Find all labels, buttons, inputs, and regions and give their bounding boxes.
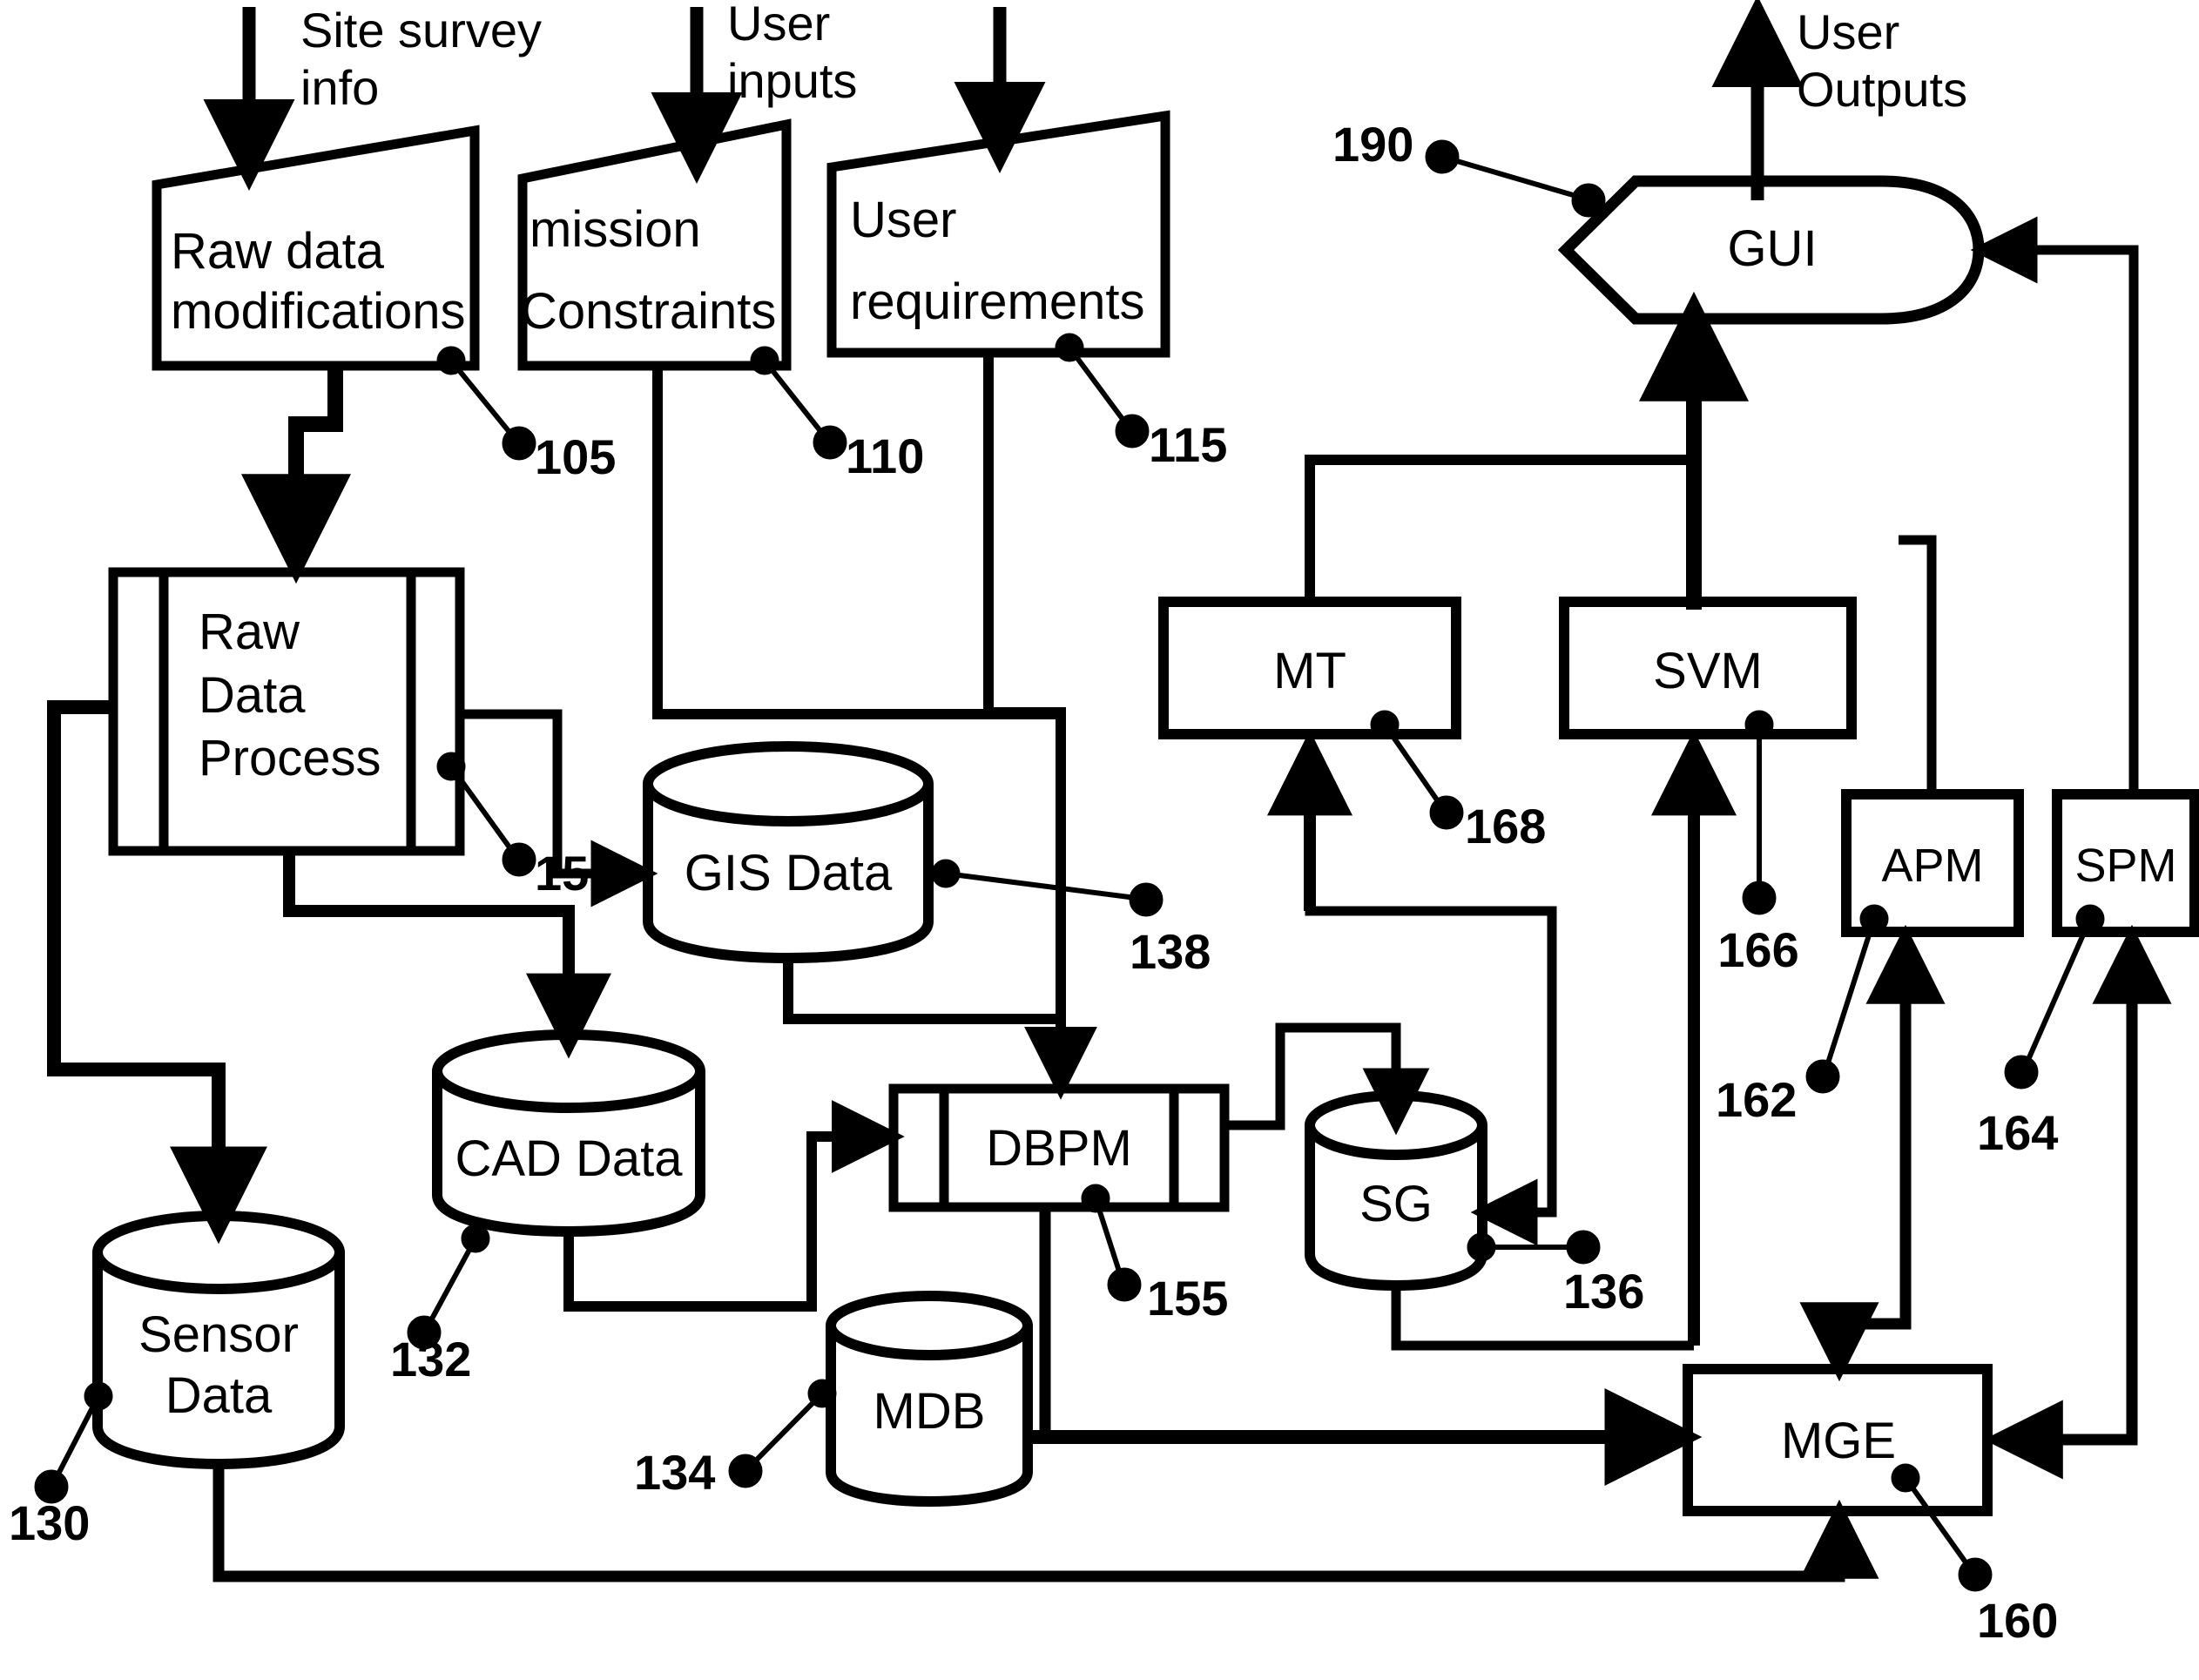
txt-mdb: MDB	[874, 1383, 986, 1440]
txt-cad: CAD Data	[455, 1130, 683, 1187]
txt-mc-1: mission	[530, 201, 701, 258]
txt-ur-2: requirements	[850, 273, 1144, 330]
txt-mt: MT	[1273, 643, 1346, 699]
num-162: 162	[1716, 1072, 1797, 1127]
num-132: 132	[390, 1332, 471, 1387]
txt-user-inputs-2: inputs	[727, 53, 857, 108]
num-160: 160	[1977, 1593, 2058, 1648]
num-105: 105	[535, 429, 616, 484]
num-110: 110	[846, 428, 924, 483]
num-150: 150	[535, 846, 616, 901]
txt-site-survey-1: Site survey	[300, 3, 542, 57]
num-115: 115	[1149, 417, 1227, 472]
txt-sensor-1: Sensor	[138, 1306, 299, 1363]
diagram-canvas: Site survey info User inputs User Output…	[0, 0, 2199, 1680]
num-130: 130	[9, 1495, 90, 1550]
num-136: 136	[1563, 1264, 1644, 1319]
txt-ur-1: User	[850, 192, 956, 248]
txt-user-outputs-1: User	[1797, 4, 1899, 59]
txt-user-outputs-2: Outputs	[1797, 62, 1967, 117]
txt-gui: GUI	[1727, 220, 1817, 277]
txt-rdm-1: Raw data	[171, 223, 385, 280]
txt-rdp-3: Process	[199, 730, 381, 786]
txt-sensor-2: Data	[165, 1367, 273, 1424]
txt-user-inputs-1: User	[727, 0, 830, 51]
txt-site-survey-2: info	[300, 60, 379, 115]
num-168: 168	[1465, 799, 1546, 853]
num-166: 166	[1717, 922, 1798, 977]
txt-spm: SPM	[2074, 840, 2176, 892]
txt-mc-2: Constraints	[521, 283, 776, 340]
txt-mge: MGE	[1781, 1413, 1896, 1469]
txt-gis: GIS Data	[685, 845, 893, 901]
num-134: 134	[634, 1445, 715, 1500]
diagram-main: Site survey info User inputs User Output…	[0, 0, 2199, 1680]
txt-svm: SVM	[1653, 643, 1763, 699]
txt-apm: APM	[1881, 840, 1983, 892]
num-164: 164	[1977, 1105, 2058, 1160]
num-190: 190	[1332, 117, 1413, 172]
txt-rdp-1: Raw	[199, 604, 300, 660]
num-155: 155	[1147, 1271, 1228, 1326]
txt-rdm-2: modifications	[171, 283, 465, 340]
txt-sg: SG	[1359, 1176, 1433, 1232]
txt-dbpm: DBPM	[986, 1120, 1132, 1177]
txt-rdp-2: Data	[199, 667, 306, 724]
num-138: 138	[1130, 924, 1211, 979]
